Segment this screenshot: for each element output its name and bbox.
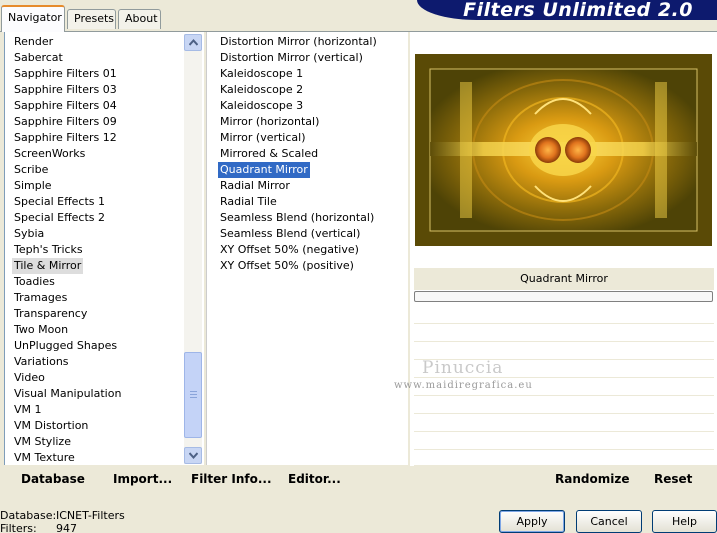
category-item[interactable]: Sabercat xyxy=(12,50,65,66)
parameter-row[interactable] xyxy=(414,414,714,432)
watermark-url: www.maidiregrafica.eu xyxy=(394,380,533,391)
category-item[interactable]: Toadies xyxy=(12,274,57,290)
category-item[interactable]: ScreenWorks xyxy=(12,146,87,162)
category-item[interactable]: Two Moon xyxy=(12,322,70,338)
parameter-row[interactable] xyxy=(414,324,714,342)
database-button[interactable]: Database xyxy=(21,472,85,486)
import-button[interactable]: Import... xyxy=(113,472,172,486)
category-item[interactable]: Transparency xyxy=(12,306,89,322)
filter-item[interactable]: Quadrant Mirror xyxy=(218,162,310,178)
parameter-rows xyxy=(414,306,714,450)
category-item[interactable]: Visual Manipulation xyxy=(12,386,123,402)
filter-item[interactable]: Seamless Blend (vertical) xyxy=(218,226,362,242)
category-list[interactable]: Render Sabercat Sapphire Filters 01 Sapphir… xyxy=(4,32,204,466)
scroll-up-button[interactable] xyxy=(184,34,202,51)
category-item[interactable]: VM 1 xyxy=(12,402,44,418)
apply-button[interactable]: Apply xyxy=(499,510,565,533)
filter-item[interactable]: Mirror (horizontal) xyxy=(218,114,321,130)
category-item[interactable]: VM Stylize xyxy=(12,434,73,450)
filter-list[interactable]: Distortion Mirror (horizontal) Distortion… xyxy=(206,32,408,466)
editor-button[interactable]: Editor... xyxy=(288,472,341,486)
tab-navigator[interactable]: Navigator xyxy=(1,5,65,32)
filter-item[interactable]: Distortion Mirror (vertical) xyxy=(218,50,365,66)
category-item[interactable]: UnPlugged Shapes xyxy=(12,338,119,354)
category-item[interactable]: Sybia xyxy=(12,226,46,242)
category-item[interactable]: Tile & Mirror xyxy=(12,258,84,274)
scroll-down-button[interactable] xyxy=(184,447,202,464)
category-item[interactable]: Video xyxy=(12,370,47,386)
filter-item[interactable]: Radial Mirror xyxy=(218,178,292,194)
help-button[interactable]: Help xyxy=(652,510,717,533)
category-item[interactable]: VM Distortion xyxy=(12,418,90,434)
category-item[interactable]: Sapphire Filters 09 xyxy=(12,114,119,130)
category-item[interactable]: VM Texture xyxy=(12,450,77,466)
filter-item[interactable]: Kaleidoscope 3 xyxy=(218,98,305,114)
filter-item[interactable]: Mirrored & Scaled xyxy=(218,146,320,162)
filter-item[interactable]: XY Offset 50% (positive) xyxy=(218,258,356,274)
status-area: Database:ICNET-Filters Filters: 947 xyxy=(0,509,125,533)
category-item[interactable]: Sapphire Filters 04 xyxy=(12,98,119,114)
category-item[interactable]: Variations xyxy=(12,354,71,370)
category-item[interactable]: Teph's Tricks xyxy=(12,242,85,258)
filter-item[interactable]: Seamless Blend (horizontal) xyxy=(218,210,376,226)
category-item[interactable]: Scribe xyxy=(12,162,50,178)
reset-button[interactable]: Reset xyxy=(654,472,692,486)
cancel-button[interactable]: Cancel xyxy=(576,510,642,533)
list-toolbar: Database Import... Filter Info... Editor… xyxy=(4,465,408,493)
category-item[interactable]: Sapphire Filters 03 xyxy=(12,82,119,98)
category-item[interactable]: Tramages xyxy=(12,290,69,306)
scroll-thumb[interactable] xyxy=(184,352,202,438)
watermark-name: Pinuccia xyxy=(422,358,504,378)
parameter-row[interactable] xyxy=(414,306,714,324)
filter-item[interactable]: Mirror (vertical) xyxy=(218,130,308,146)
filter-info-button[interactable]: Filter Info... xyxy=(191,472,272,486)
category-item[interactable]: Sapphire Filters 01 xyxy=(12,66,119,82)
category-item[interactable]: Special Effects 2 xyxy=(12,210,107,226)
category-item[interactable]: Render xyxy=(12,34,55,50)
parameter-row[interactable] xyxy=(414,396,714,414)
randomize-button[interactable]: Randomize xyxy=(555,472,629,486)
status-database-key: Database: xyxy=(0,509,57,522)
category-scrollbar[interactable] xyxy=(184,34,202,464)
preview-toolbar: Randomize Reset xyxy=(414,465,717,493)
category-item[interactable]: Simple xyxy=(12,178,54,194)
status-filters-key: Filters: xyxy=(0,522,37,533)
preview-filter-name: Quadrant Mirror xyxy=(414,268,714,290)
tab-about[interactable]: About xyxy=(118,9,161,29)
filter-item[interactable]: Distortion Mirror (horizontal) xyxy=(218,34,379,50)
filter-item[interactable]: Kaleidoscope 1 xyxy=(218,66,305,82)
chevron-up-icon xyxy=(189,39,198,46)
parameter-row[interactable] xyxy=(414,432,714,450)
preview-image xyxy=(415,54,712,246)
brand-title: Filters Unlimited 2.0 xyxy=(463,0,693,20)
status-database-value: ICNET-Filters xyxy=(56,509,125,522)
filter-item[interactable]: XY Offset 50% (negative) xyxy=(218,242,361,258)
category-item[interactable]: Sapphire Filters 12 xyxy=(12,130,119,146)
status-filters-value: 947 xyxy=(56,522,77,533)
tab-presets[interactable]: Presets xyxy=(67,9,116,29)
filter-item[interactable]: Kaleidoscope 2 xyxy=(218,82,305,98)
parameter-slider[interactable] xyxy=(414,291,713,302)
filter-item[interactable]: Radial Tile xyxy=(218,194,279,210)
chevron-down-icon xyxy=(189,452,198,459)
brand-banner: Filters Unlimited 2.0 xyxy=(417,0,717,20)
category-item[interactable]: Special Effects 1 xyxy=(12,194,107,210)
